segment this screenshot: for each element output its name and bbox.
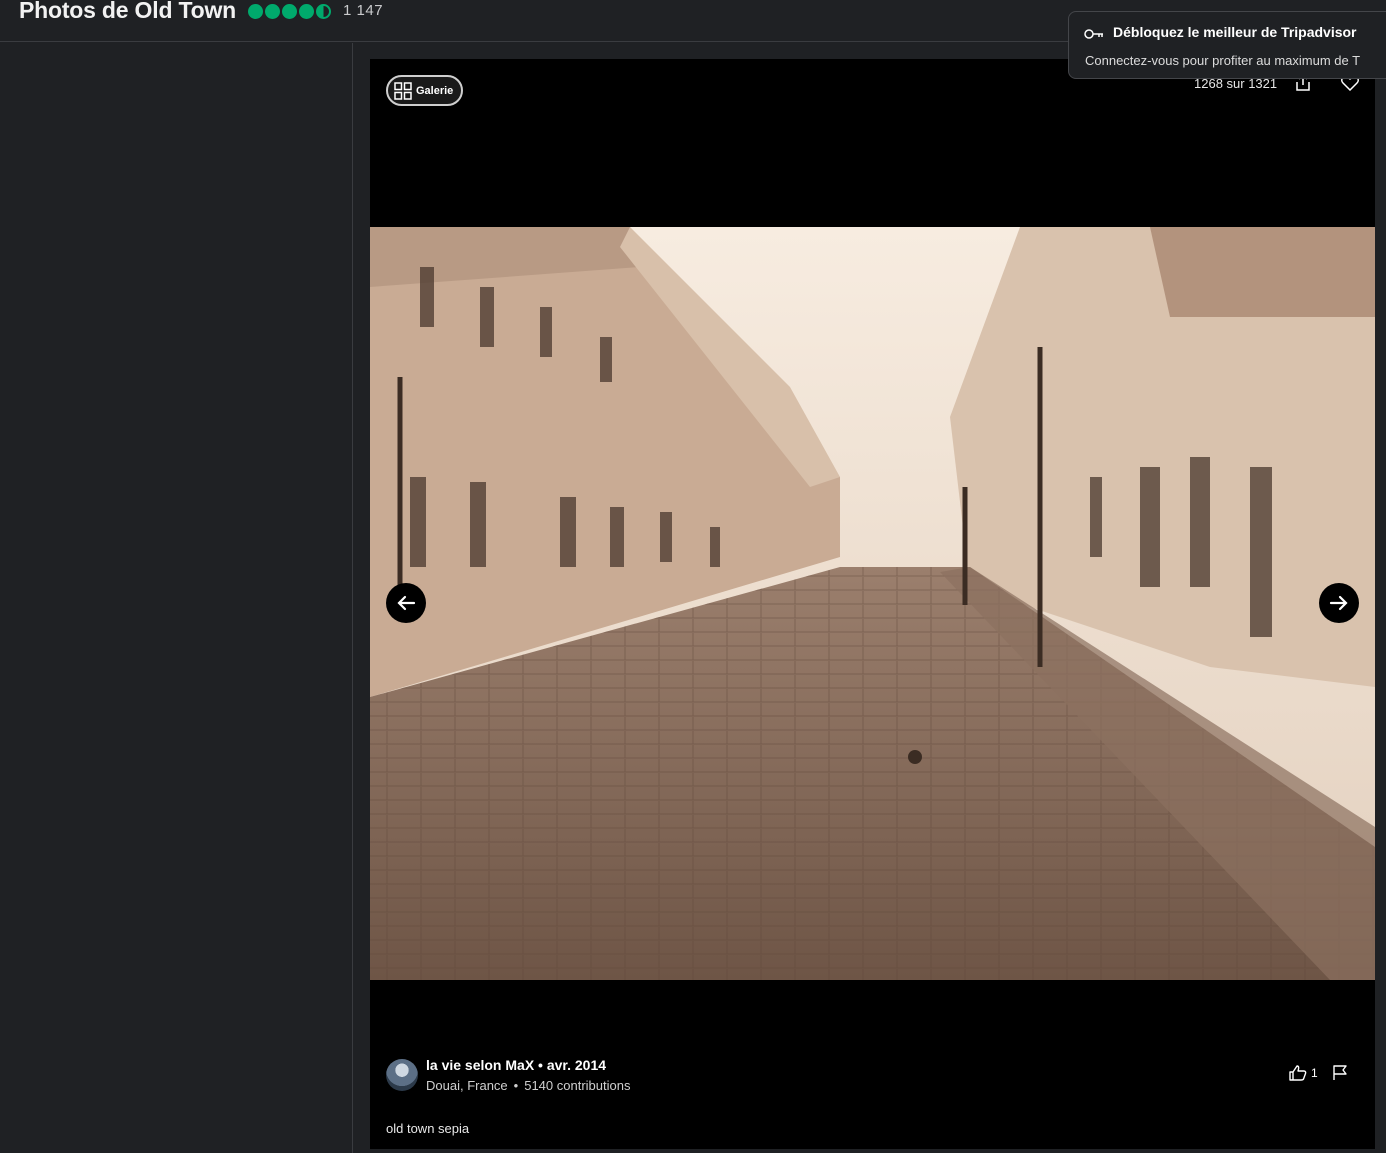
next-photo-button[interactable] [1319,583,1359,623]
login-prompt-toast[interactable]: Débloquez le meilleur de Tripadvisor Con… [1068,11,1386,79]
toast-title: Débloquez le meilleur de Tripadvisor [1113,24,1357,40]
rating-bubble-full [265,4,280,19]
key-icon [1084,29,1103,39]
rating-bubbles [248,4,331,19]
review-count[interactable]: 1 147 [343,2,383,19]
street-photo-illustration [370,227,1375,980]
avatar[interactable] [386,1059,418,1091]
main-photo [370,227,1375,980]
like-count: 1 [1311,1066,1318,1080]
rating-bubble-half [316,4,331,19]
previous-photo-button[interactable] [386,583,426,623]
left-panel [0,43,353,1153]
arrow-left-icon [397,595,416,611]
meta-separator: • [513,1078,519,1093]
author-contributions: 5140 contributions [524,1078,631,1093]
author-meta: Douai, France • 5140 contributions [426,1078,630,1093]
photo-author: la vie selon MaX • avr. 2014 Douai, Fran… [386,1057,1361,1097]
photo-viewer: Galerie 1268 sur 1321 la vie selon MaX •… [370,59,1375,1149]
helpful-vote-button[interactable]: 1 [1289,1065,1318,1081]
photo-caption: old town sepia [386,1121,470,1136]
flag-icon[interactable] [1332,1065,1348,1081]
grid-icon [394,81,412,100]
gallery-button[interactable]: Galerie [386,75,463,106]
rating-bubble-full [248,4,263,19]
author-location: Douai, France [426,1078,508,1093]
thumbs-up-icon [1289,1065,1307,1081]
author-name-date[interactable]: la vie selon MaX • avr. 2014 [426,1057,606,1073]
toast-body: Connectez-vous pour profiter au maximum … [1085,53,1361,68]
rating-bubble-full [282,4,297,19]
page-title: Photos de Old Town [19,0,237,23]
rating-bubble-full [299,4,314,19]
arrow-right-icon [1329,595,1348,611]
gallery-label: Galerie [416,84,454,97]
